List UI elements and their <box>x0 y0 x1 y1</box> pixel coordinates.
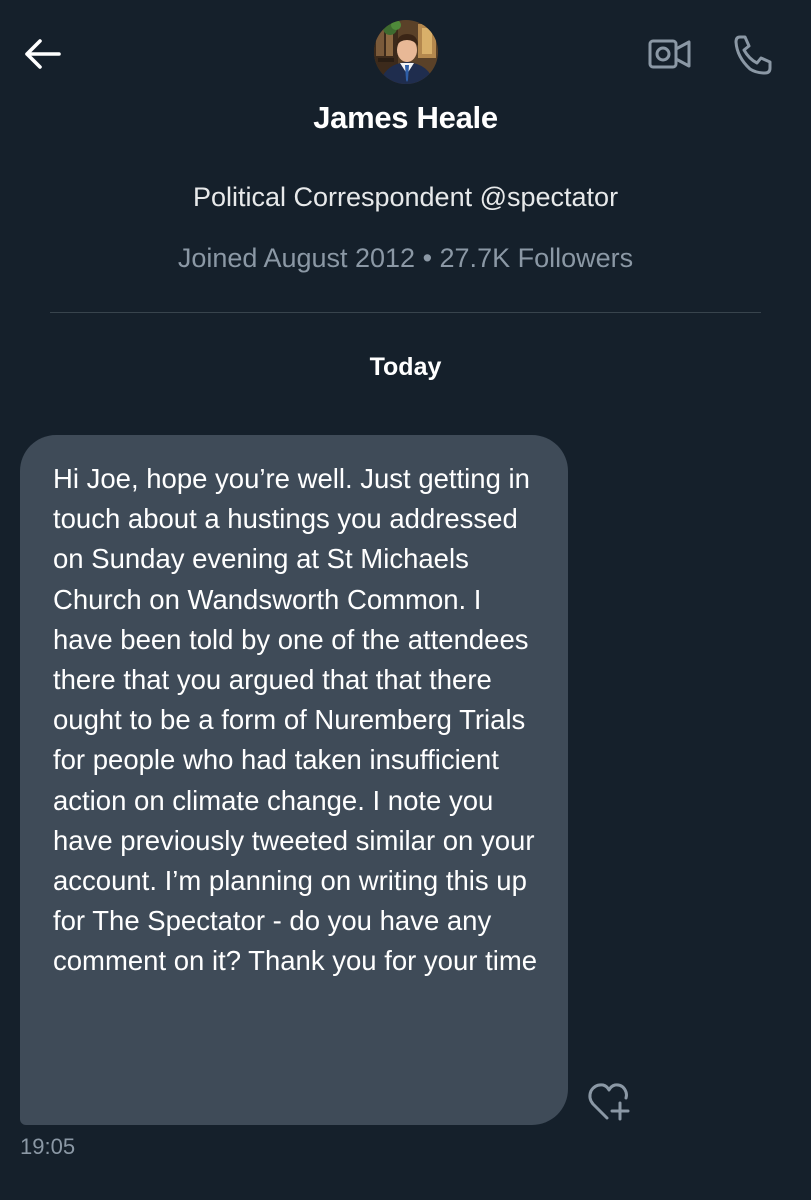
message-text: Hi Joe, hope you’re well. Just getting i… <box>53 463 538 977</box>
phone-icon <box>734 35 772 75</box>
back-button[interactable] <box>18 32 66 76</box>
profile-name[interactable]: James Heale <box>0 100 811 136</box>
avatar[interactable] <box>374 20 438 84</box>
video-camera-icon <box>648 39 691 69</box>
add-reaction-button[interactable] <box>584 1078 634 1126</box>
profile-bio: Political Correspondent @spectator <box>192 182 619 212</box>
profile-meta: Joined August 2012 • 27.7K Followers <box>177 243 634 273</box>
message-bubble[interactable]: Hi Joe, hope you’re well. Just getting i… <box>20 435 568 1125</box>
date-separator: Today <box>369 353 442 381</box>
message-timestamp: 19:05 <box>20 1134 76 1159</box>
call-button[interactable] <box>728 30 778 78</box>
video-call-button[interactable] <box>644 32 696 76</box>
arrow-left-icon <box>25 39 61 69</box>
heart-plus-icon <box>588 1083 630 1121</box>
divider <box>50 312 761 313</box>
